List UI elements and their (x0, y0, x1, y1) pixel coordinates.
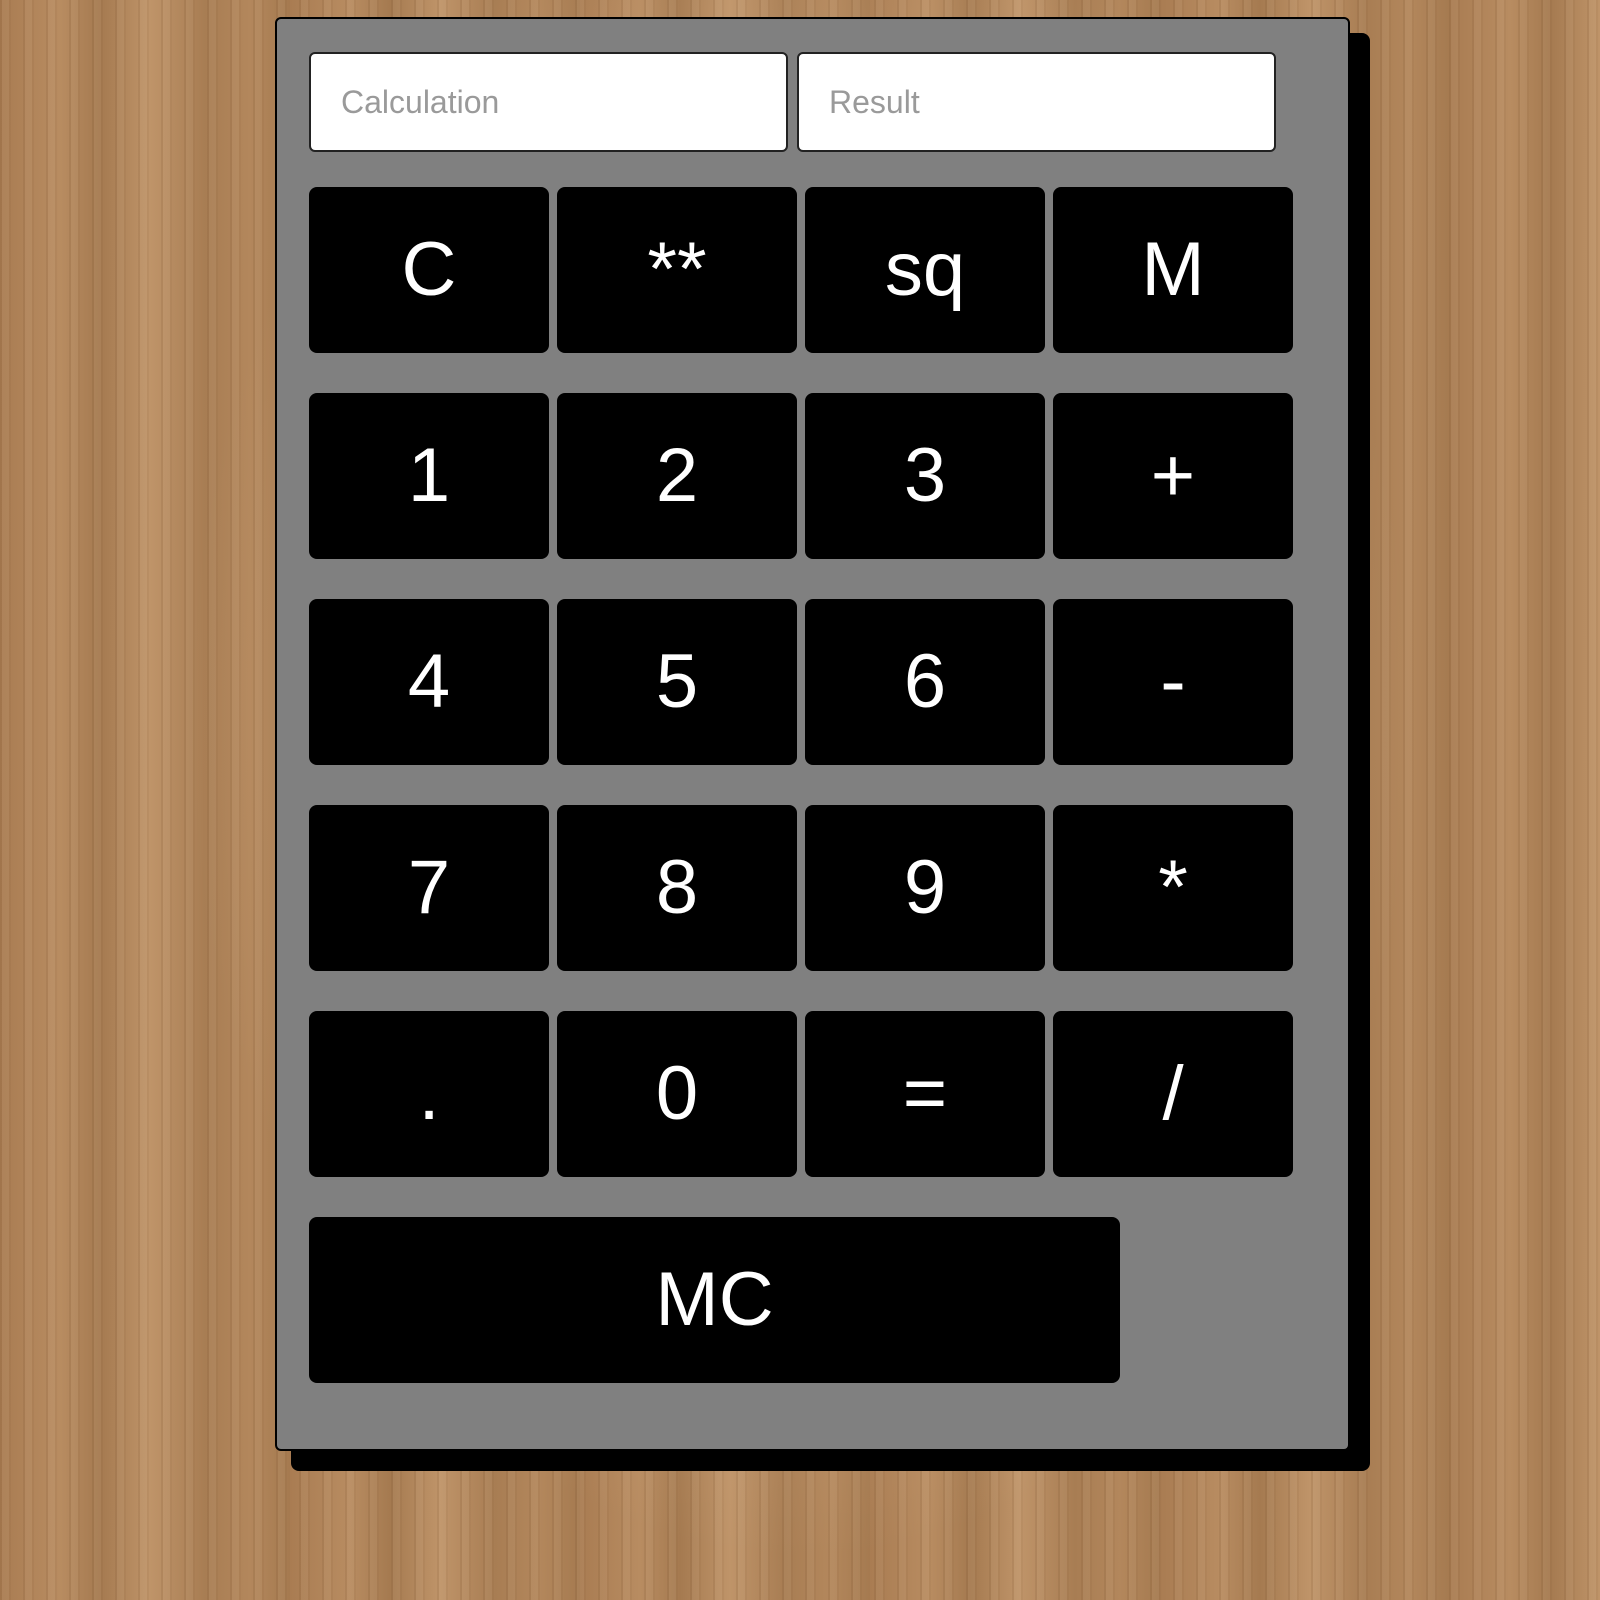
digit-4-button[interactable]: 4 (309, 599, 549, 765)
equals-button-label: = (902, 1051, 948, 1136)
digit-9-button[interactable]: 9 (805, 805, 1045, 971)
memory-clear-button[interactable]: MC (309, 1217, 1120, 1383)
digit-7-button[interactable]: 7 (309, 805, 549, 971)
equals-button[interactable]: = (805, 1011, 1045, 1177)
decimal-button[interactable]: . (309, 1011, 549, 1177)
power-button[interactable]: ** (557, 187, 797, 353)
digit-6-label: 6 (903, 639, 947, 724)
memory-button-label: M (1141, 227, 1205, 312)
memory-button[interactable]: M (1053, 187, 1293, 353)
digit-2-label: 2 (655, 433, 699, 518)
clear-button[interactable]: C (309, 187, 549, 353)
digit-0-button[interactable]: 0 (557, 1011, 797, 1177)
power-button-label: ** (647, 227, 707, 312)
memory-clear-button-label: MC (655, 1257, 774, 1342)
digit-0-label: 0 (655, 1051, 699, 1136)
digit-3-label: 3 (903, 433, 947, 518)
subtract-button[interactable]: - (1053, 599, 1293, 765)
digit-5-label: 5 (655, 639, 699, 724)
calculator-panel: C ** sq M 1 2 3 + 4 5 6 - 7 8 9 * . 0 = … (275, 17, 1350, 1451)
digit-9-label: 9 (903, 845, 947, 930)
multiply-button-label: * (1158, 845, 1188, 930)
digit-1-label: 1 (407, 433, 451, 518)
digit-7-label: 7 (407, 845, 451, 930)
square-root-button-label: sq (884, 227, 966, 312)
digit-5-button[interactable]: 5 (557, 599, 797, 765)
result-input[interactable] (797, 52, 1276, 152)
add-button-label: + (1150, 433, 1196, 518)
add-button[interactable]: + (1053, 393, 1293, 559)
digit-4-label: 4 (407, 639, 451, 724)
multiply-button[interactable]: * (1053, 805, 1293, 971)
decimal-button-label: . (418, 1051, 440, 1136)
digit-2-button[interactable]: 2 (557, 393, 797, 559)
digit-6-button[interactable]: 6 (805, 599, 1045, 765)
square-root-button[interactable]: sq (805, 187, 1045, 353)
digit-1-button[interactable]: 1 (309, 393, 549, 559)
calculation-input[interactable] (309, 52, 788, 152)
subtract-button-label: - (1160, 639, 1186, 724)
clear-button-label: C (401, 227, 457, 312)
digit-8-button[interactable]: 8 (557, 805, 797, 971)
divide-button-label: / (1162, 1051, 1184, 1136)
divide-button[interactable]: / (1053, 1011, 1293, 1177)
digit-3-button[interactable]: 3 (805, 393, 1045, 559)
digit-8-label: 8 (655, 845, 699, 930)
